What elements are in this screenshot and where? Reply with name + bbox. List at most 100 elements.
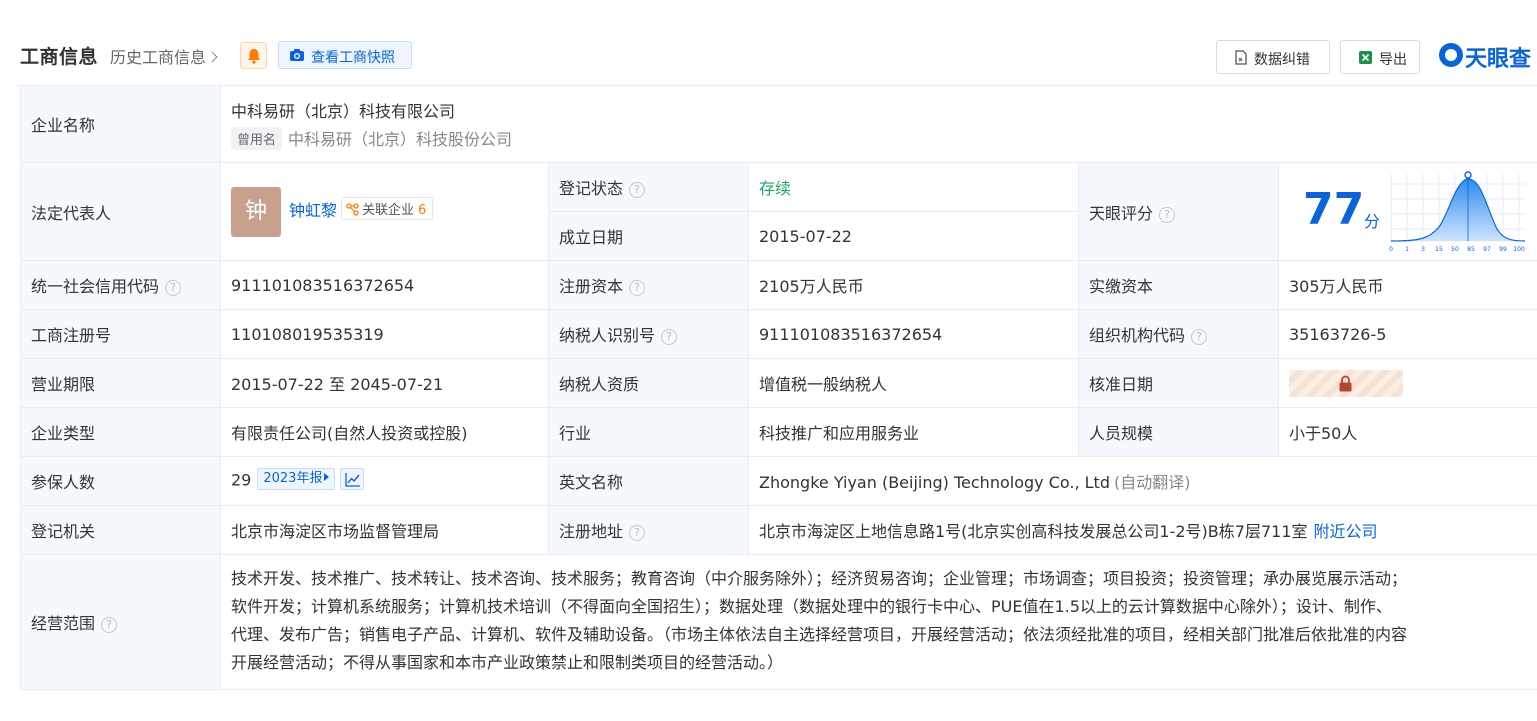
help-icon[interactable]: ? bbox=[661, 329, 678, 345]
company-name: 中科易研（北京）科技有限公司 bbox=[231, 102, 456, 121]
section-title: 工商信息 bbox=[20, 46, 99, 68]
lock-icon bbox=[1339, 375, 1352, 391]
nearby-companies-link[interactable]: 附近公司 bbox=[1314, 522, 1378, 541]
axis-tick: 97 bbox=[1483, 246, 1491, 253]
axis-tick: 100 bbox=[1513, 246, 1525, 253]
status-value-cell: 存续 bbox=[748, 162, 1079, 212]
status-label: 登记状态 bbox=[559, 179, 624, 198]
table-row: 营业期限 2015-07-22 至 2045-07-21 纳税人资质 增值税一般… bbox=[20, 358, 1537, 408]
reg-authority-value: 北京市海淀区市场监督管理局 bbox=[220, 505, 549, 555]
line-chart-icon bbox=[345, 473, 361, 487]
table-row: 法定代表人 钟钟虹黎 关联企业 6 登记状态? 存续 天眼评分? 77 分 0 … bbox=[20, 162, 1537, 261]
legal-rep-name-link[interactable]: 钟虹黎 bbox=[289, 201, 337, 220]
approval-date-cell bbox=[1278, 358, 1537, 408]
status-value: 存续 bbox=[759, 179, 792, 198]
taxpayer-id-value: 911101083516372654 bbox=[748, 309, 1079, 359]
reg-number-value: 110108019535319 bbox=[220, 309, 549, 359]
snapshot-button[interactable]: 查看工商快照 bbox=[278, 41, 412, 69]
help-icon[interactable]: ? bbox=[165, 280, 182, 296]
credit-code-label: 统一社会信用代码 bbox=[31, 277, 160, 296]
former-name: 中科易研（北京）科技股份公司 bbox=[288, 130, 513, 149]
reg-address-label: 注册地址 bbox=[559, 522, 624, 541]
industry-value: 科技推广和应用服务业 bbox=[748, 407, 1079, 457]
help-icon[interactable]: ? bbox=[1191, 329, 1208, 345]
business-info-table: 企业名称 中科易研（北京）科技有限公司 曾用名 中科易研（北京）科技股份公司 法定… bbox=[20, 85, 1537, 690]
axis-tick: 1 bbox=[1405, 246, 1409, 253]
data-correction-label: 数据纠错 bbox=[1254, 52, 1310, 68]
history-link[interactable]: 历史工商信息 bbox=[110, 44, 218, 68]
scope-label: 经营范围 bbox=[31, 614, 96, 633]
caret-right-icon bbox=[324, 473, 330, 481]
taxpayer-id-label-cell: 纳税人识别号? bbox=[548, 309, 749, 359]
help-icon[interactable]: ? bbox=[101, 617, 118, 633]
axis-tick: 15 bbox=[1435, 246, 1443, 253]
excel-icon bbox=[1359, 51, 1372, 64]
snapshot-label: 查看工商快照 bbox=[311, 50, 395, 66]
trend-chart-button[interactable] bbox=[340, 468, 365, 490]
term-value: 2015-07-22 至 2045-07-21 bbox=[220, 358, 549, 408]
paid-capital-label: 实缴资本 bbox=[1078, 260, 1279, 310]
company-type-label: 企业类型 bbox=[20, 407, 221, 457]
insured-label: 参保人数 bbox=[20, 456, 221, 506]
auto-translate-note: (自动翻译) bbox=[1113, 473, 1191, 492]
monitor-bell-button[interactable] bbox=[240, 42, 267, 69]
founded-value: 2015-07-22 bbox=[748, 211, 1079, 261]
reg-address-label-cell: 注册地址? bbox=[548, 505, 749, 555]
help-icon[interactable]: ? bbox=[629, 182, 646, 198]
insured-cell: 29 2023年报 bbox=[220, 456, 549, 506]
export-button[interactable]: 导出 bbox=[1340, 40, 1420, 74]
export-label: 导出 bbox=[1379, 52, 1407, 68]
axis-tick: 3 bbox=[1421, 246, 1425, 253]
help-icon[interactable]: ? bbox=[1159, 206, 1176, 223]
staff-size-value: 小于50人 bbox=[1278, 407, 1537, 457]
avatar[interactable]: 钟 bbox=[231, 186, 281, 237]
help-icon[interactable]: ? bbox=[629, 280, 646, 296]
related-companies-button[interactable]: 关联企业 6 bbox=[341, 197, 434, 220]
bell-icon bbox=[248, 49, 260, 64]
score-label: 天眼评分 bbox=[1089, 203, 1154, 223]
english-name-value: Zhongke Yiyan (Beijing) Technology Co., … bbox=[759, 473, 1110, 492]
term-label: 营业期限 bbox=[20, 358, 221, 408]
org-code-label-cell: 组织机构代码? bbox=[1078, 309, 1279, 359]
score-cell[interactable]: 77 分 0 1 3 15 50 85 97 99 100 bbox=[1278, 162, 1537, 261]
taxpayer-id-label: 纳税人识别号 bbox=[559, 326, 656, 345]
data-correction-button[interactable]: 数据纠错 bbox=[1216, 40, 1330, 74]
reg-address-value: 北京市海淀区上地信息路1号(北京实创高科技发展总公司1-2号)B栋7层711室 bbox=[759, 522, 1308, 541]
related-companies-count: 6 bbox=[418, 203, 427, 218]
table-row: 经营范围? 技术开发、技术推广、技术转让、技术咨询、技术服务；教育咨询（中介服务… bbox=[20, 554, 1537, 690]
status-label-cell: 登记状态? bbox=[548, 162, 749, 212]
help-icon[interactable]: ? bbox=[629, 525, 646, 541]
logo-icon bbox=[1439, 43, 1463, 67]
scope-label-cell: 经营范围? bbox=[20, 554, 221, 690]
reg-number-label: 工商注册号 bbox=[20, 309, 221, 359]
vip-locked-value[interactable] bbox=[1289, 369, 1403, 397]
score-value: 77 bbox=[1303, 183, 1365, 235]
paid-capital-value: 305万人民币 bbox=[1278, 260, 1537, 310]
score-distribution-chart: 0 1 3 15 50 85 97 99 100 bbox=[1389, 170, 1526, 253]
insured-value: 29 bbox=[231, 470, 252, 490]
legal-rep-label: 法定代表人 bbox=[20, 162, 221, 261]
taxpayer-qual-value: 增值税一般纳税人 bbox=[748, 358, 1079, 408]
former-name-tag: 曾用名 bbox=[231, 127, 283, 150]
reg-authority-label: 登记机关 bbox=[20, 505, 221, 555]
logo-text: 天眼查 bbox=[1465, 47, 1532, 72]
history-label: 历史工商信息 bbox=[110, 48, 207, 67]
business-scope-line: 技术开发、技术推广、技术转让、技术咨询、技术服务；教育咨询（中介服务除外）；经济… bbox=[231, 569, 1408, 588]
legal-rep-cell: 钟钟虹黎 关联企业 6 bbox=[220, 162, 549, 261]
reg-capital-label-cell: 注册资本? bbox=[548, 260, 749, 310]
annual-report-year-button[interactable]: 2023年报 bbox=[257, 468, 336, 490]
org-code-value: 35163726-5 bbox=[1278, 309, 1537, 359]
axis-tick: 99 bbox=[1499, 246, 1507, 253]
business-scope-line: 代理、发布广告；销售电子产品、计算机、软件及辅助设备。（市场主体依法自主选择经营… bbox=[231, 625, 1408, 644]
approval-date-label: 核准日期 bbox=[1078, 358, 1279, 408]
business-scope-cell: 技术开发、技术推广、技术转让、技术咨询、技术服务；教育咨询（中介服务除外）；经济… bbox=[220, 554, 1537, 690]
company-type-value: 有限责任公司(自然人投资或控股) bbox=[220, 407, 549, 457]
credit-code-value: 911101083516372654 bbox=[220, 260, 549, 310]
table-row: 企业名称 中科易研（北京）科技有限公司 曾用名 中科易研（北京）科技股份公司 bbox=[20, 85, 1537, 163]
credit-code-label-cell: 统一社会信用代码? bbox=[20, 260, 221, 310]
business-scope-line: 开展经营活动；不得从事国家和本市产业政策禁止和限制类项目的经营活动。） bbox=[231, 653, 784, 672]
english-name-cell: Zhongke Yiyan (Beijing) Technology Co., … bbox=[748, 456, 1537, 506]
annual-report-year-label: 2023年报 bbox=[263, 471, 323, 486]
org-code-label: 组织机构代码 bbox=[1089, 326, 1186, 345]
camera-icon bbox=[290, 49, 304, 61]
